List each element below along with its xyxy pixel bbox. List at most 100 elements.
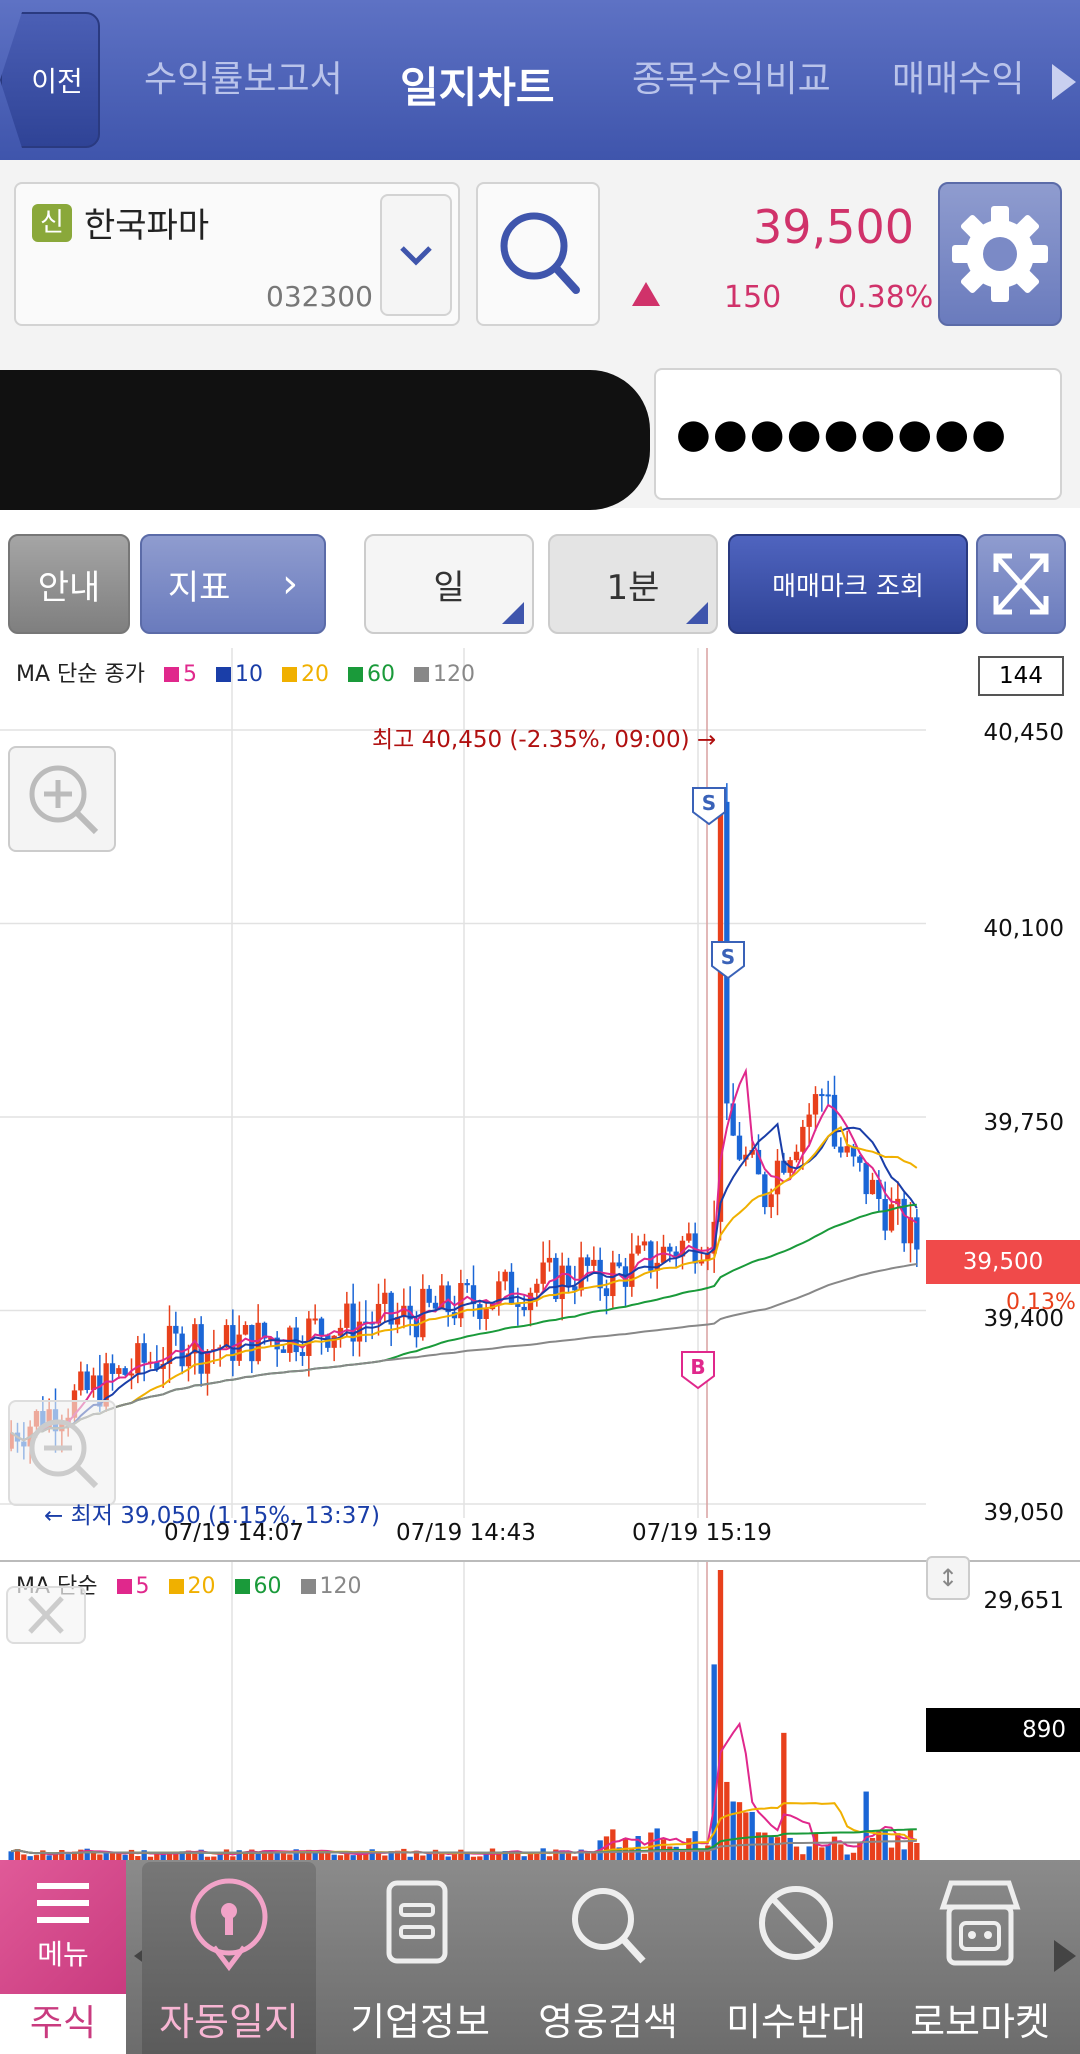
tab-trade-profit[interactable]: 매매수익 [892,50,1024,102]
period-label: 일 [433,567,465,608]
bottom-tab-company-info[interactable]: 기업정보 [330,1862,510,2054]
bottom-tab-auto-journal[interactable]: 자동일지 [142,1862,316,2054]
info-button[interactable]: 안내 [8,534,130,634]
volume-bar [90,1852,97,1860]
stock-dropdown-button[interactable] [380,194,452,316]
trade-mark-button[interactable]: 매매마크 조회 [728,534,968,634]
volume-bar [806,1846,812,1860]
y-tick-40450: 40,450 [983,720,1064,746]
candle-body [122,1368,128,1375]
candle-body [546,1257,553,1263]
hero-search-label: 영웅검색 [538,2000,678,2044]
volume-bar [458,1849,464,1860]
volume-bar [774,1837,781,1860]
back-button[interactable]: 이전 [0,12,100,148]
menu-label: 메뉴 [37,1938,89,1971]
candle-body [831,1094,838,1147]
chevron-right-icon: › [282,561,299,607]
interval-select[interactable]: 1분 [548,534,718,634]
tab-return-report[interactable]: 수익률보고서 [144,50,343,102]
candle-body [806,1114,812,1127]
volume-bar [667,1846,673,1860]
menu-button[interactable]: 메뉴 [0,1860,126,1994]
document-icon [386,1880,448,1964]
x-tick-1443: 07/19 14:43 [396,1520,536,1546]
back-label: 이전 [31,65,83,98]
candle-body [736,1135,743,1160]
candle-body [641,1241,648,1246]
volume-bar [515,1852,521,1860]
candle-body [603,1288,610,1297]
stock-name: 한국파마 [84,206,210,246]
volume-bar [534,1853,540,1860]
candle-body [616,1262,622,1267]
bottom-tab-hero-search[interactable]: 영웅검색 [518,1862,698,2054]
close-volume-button[interactable] [6,1586,86,1644]
x-tick-1519: 07/19 15:19 [632,1520,772,1546]
settings-button[interactable] [938,182,1062,326]
corner-arrow-icon [502,602,524,624]
price-change-pct: 0.38% [838,280,934,315]
volume-bar [914,1842,920,1860]
corner-arrow-icon [686,602,708,624]
y-tick-40100: 40,100 [983,916,1064,942]
candle-body [768,1194,774,1208]
fullscreen-button[interactable] [976,534,1066,634]
volume-bar [401,1848,407,1860]
volume-bar [825,1844,831,1860]
volume-bar [850,1852,857,1860]
candle-body [635,1245,641,1254]
prohibited-icon [759,1886,833,1960]
bottom-tab-robo-market[interactable]: 로보마켓 [890,1862,1070,2054]
candle-body [838,1146,844,1153]
password-field[interactable]: ●●●●●●●●● [654,368,1062,500]
volume-chart-canvas [8,1562,920,1862]
high-annotation-text: 최고 40,450 (-2.35%, 09:00) [372,727,690,753]
search-button[interactable] [476,182,600,326]
candle-body [540,1262,546,1284]
sell-marker-1-label: S [702,791,716,815]
volume-bar [907,1828,914,1860]
stock-tab[interactable]: 주식 [0,1994,126,2054]
gear-icon [952,206,1048,302]
tab-stock-compare[interactable]: 종목수익비교 [632,50,831,102]
resize-handle-icon[interactable]: ↕ [926,1556,970,1600]
volume-bar [236,1850,242,1860]
bottom-tab-anti-margin[interactable]: 미수반대 [706,1862,886,2054]
tab-journal-chart[interactable]: 일지차트 [400,54,555,115]
price-chart-canvas: S S B [0,648,926,1518]
robo-market-label: 로보마켓 [910,2000,1050,2044]
robot-store-icon [939,1880,1021,1966]
volume-bar [888,1847,895,1860]
candle-body [844,1146,850,1153]
company-info-label: 기업정보 [350,2000,490,2044]
top-nav: 이전 수익률보고서 일지차트 종목수익비교 매매수익 [0,0,1080,160]
candle-body [762,1174,768,1208]
price-chart[interactable]: S S B [0,648,1080,1560]
candle-body [312,1318,318,1321]
indicator-button[interactable]: 지표 › [140,534,326,634]
zoom-in-button[interactable] [8,746,116,852]
price-change: 150 [724,280,782,315]
volume-bar [432,1849,439,1860]
volume-bar [610,1829,616,1860]
candle-body [173,1325,179,1334]
high-annotation: 최고 40,450 (-2.35%, 09:00) → [372,727,717,753]
search-icon [500,212,580,294]
volume-chart[interactable] [0,1560,1080,1862]
ma120-legend: 120 [432,662,475,687]
zoom-out-button[interactable] [8,1400,116,1506]
volume-bar [717,1570,724,1860]
candle-body [591,1259,597,1266]
volume-max-label: 29,651 [983,1588,1064,1614]
nav-right-arrow-icon[interactable] [1052,64,1076,100]
candle-body [907,1217,914,1244]
sell-marker-2-label: S [721,945,735,969]
candle-body [667,1246,673,1252]
zoom-in-icon [29,765,99,835]
buy-marker-label: B [690,1355,705,1379]
period-select[interactable]: 일 [364,534,534,634]
volume-bar [787,1837,793,1860]
volume-bar [8,1851,14,1860]
candle-body [78,1371,84,1391]
